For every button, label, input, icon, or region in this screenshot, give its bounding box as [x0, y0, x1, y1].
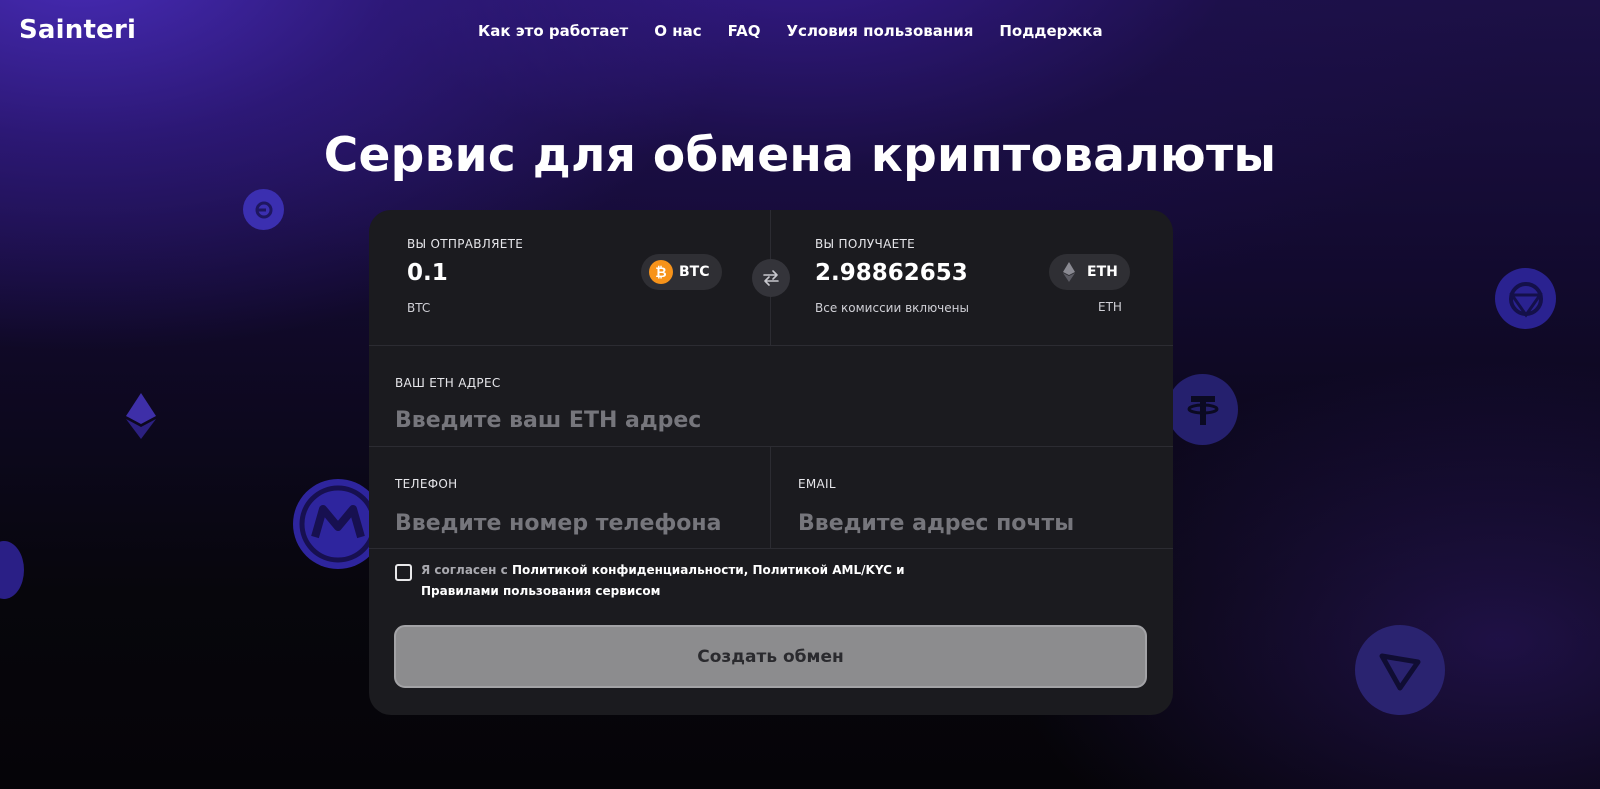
email-label: EMAIL: [798, 477, 836, 491]
tron-coin-icon: [1355, 625, 1445, 715]
agreement-text: Я согласен с Политикой конфиденциальност…: [421, 560, 961, 602]
eth-address-input[interactable]: [395, 404, 1135, 436]
ethereum-deco-icon: [124, 393, 158, 439]
receive-currency-sub: ETH: [1098, 300, 1122, 314]
nav-about[interactable]: О нас: [654, 22, 701, 40]
phone-label: ТЕЛЕФОН: [395, 477, 458, 491]
send-panel: ВЫ ОТПРАВЛЯЕТЕ 0.1 BTC ₿ BTC: [369, 210, 771, 345]
decentraland-coin-icon: [1495, 268, 1556, 329]
receive-panel: ВЫ ПОЛУЧАЕТЕ 2.98862653 Все комиссии вкл…: [771, 210, 1173, 345]
receive-currency-label: ETH: [1087, 264, 1118, 280]
nav-how-it-works[interactable]: Как это работает: [478, 22, 628, 40]
site-header: Sainteri Как это работает О нас FAQ Усло…: [0, 0, 1600, 66]
agreement-and: и: [891, 563, 905, 577]
bitcoin-icon: ₿: [649, 260, 673, 284]
agreement-prefix: Я согласен с: [421, 563, 512, 577]
fees-included-note: Все комиссии включены: [815, 301, 969, 315]
nav-terms[interactable]: Условия пользования: [786, 22, 973, 40]
send-currency-label: BTC: [679, 264, 710, 280]
swap-currencies-button[interactable]: [752, 259, 790, 297]
phone-panel: ТЕЛЕФОН: [369, 447, 771, 548]
send-label: ВЫ ОТПРАВЛЯЕТЕ: [407, 237, 524, 251]
privacy-policy-link[interactable]: Политикой конфиденциальности: [512, 563, 744, 577]
exchange-form-card: ВЫ ОТПРАВЛЯЕТЕ 0.1 BTC ₿ BTC ВЫ ПОЛУЧАЕТ…: [369, 210, 1173, 715]
email-panel: EMAIL: [771, 447, 1173, 548]
main-nav: Как это работает О нас FAQ Условия польз…: [478, 22, 1103, 40]
send-amount-input[interactable]: 0.1: [407, 260, 448, 286]
receive-currency-select[interactable]: ETH: [1049, 254, 1130, 290]
receive-label: ВЫ ПОЛУЧАЕТЕ: [815, 237, 915, 251]
receive-amount: 2.98862653: [815, 260, 968, 286]
eth-address-row: ВАШ ETH АДРЕС: [369, 346, 1173, 447]
nav-support[interactable]: Поддержка: [999, 22, 1102, 40]
ethereum-icon: [1063, 262, 1075, 282]
agreement-row: Я согласен с Политикой конфиденциальност…: [395, 563, 961, 602]
tether-coin-icon: [1167, 374, 1238, 445]
nav-faq[interactable]: FAQ: [728, 22, 761, 40]
page-title: Сервис для обмена криптовалюты: [323, 128, 1277, 183]
create-exchange-button[interactable]: Создать обмен: [394, 625, 1147, 688]
send-currency-select[interactable]: ₿ BTC: [641, 254, 722, 290]
svg-text:₿: ₿: [655, 265, 666, 281]
eth-address-label: ВАШ ETH АДРЕС: [395, 376, 501, 390]
exchange-amounts-row: ВЫ ОТПРАВЛЯЕТЕ 0.1 BTC ₿ BTC ВЫ ПОЛУЧАЕТ…: [369, 210, 1173, 346]
phone-input[interactable]: [395, 507, 755, 539]
contact-row: ТЕЛЕФОН EMAIL: [369, 447, 1173, 549]
aml-kyc-link[interactable]: Политикой AML/KYC: [752, 563, 891, 577]
dash-coin-icon: [243, 189, 284, 230]
agreement-checkbox[interactable]: [395, 564, 412, 581]
email-input[interactable]: [798, 507, 1158, 539]
swap-arrows-icon: [763, 270, 779, 286]
site-logo[interactable]: Sainteri: [19, 15, 136, 45]
send-currency-sub: BTC: [407, 301, 431, 315]
service-rules-link[interactable]: Правилами пользования сервисом: [421, 584, 660, 598]
